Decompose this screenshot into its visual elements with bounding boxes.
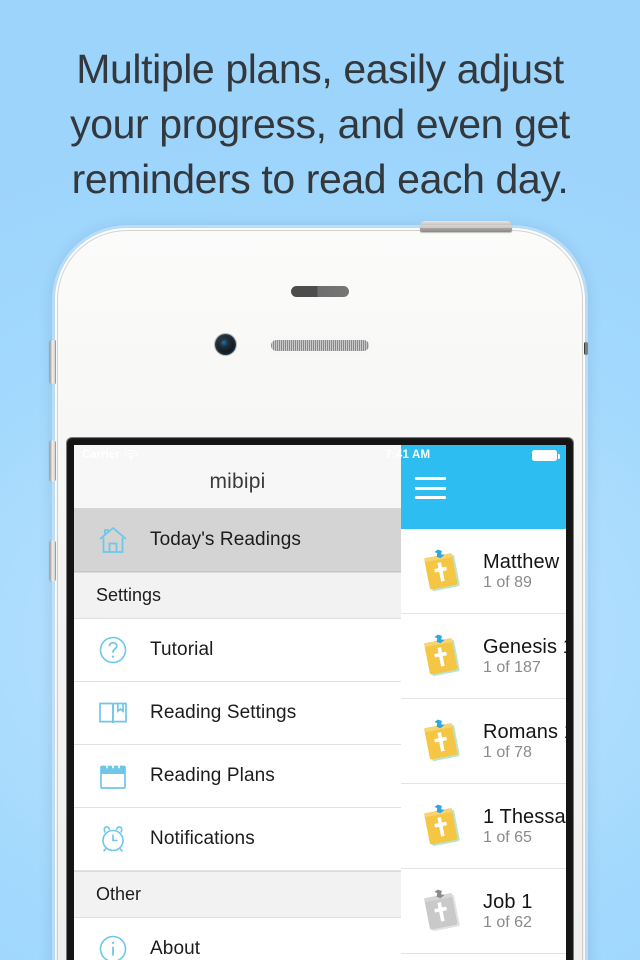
headline-line-2: your progress, and even get (70, 101, 570, 147)
section-label: Other (96, 884, 142, 904)
bible-book-icon (417, 630, 469, 682)
list-item-title: Matthew 1 (483, 550, 566, 573)
volume-up-button[interactable] (50, 440, 56, 482)
open-book-icon (96, 696, 130, 730)
sidebar-item-tutorial[interactable]: Tutorial (74, 619, 401, 682)
list-item[interactable]: Job 1 1 of 62 (401, 869, 566, 954)
list-item[interactable]: Matthew 1 1 of 89 (401, 529, 566, 614)
list-item[interactable]: Genesis 1 1 of 187 (401, 614, 566, 699)
list-item-title: 1 Thessalonians (483, 805, 566, 828)
list-item-progress: 1 of 65 (483, 828, 532, 846)
sidebar-item-label: Notifications (150, 828, 255, 849)
sidebar-item-label: About (150, 938, 201, 959)
sidebar-item-label: Tutorial (150, 639, 214, 660)
readings-content-pane: Matthew 1 1 of 89 (401, 445, 566, 960)
list-item-progress: 1 of 89 (483, 573, 532, 591)
bible-book-icon (417, 715, 469, 767)
screen-bezel: Carrier 7:41 AM mibipi Today's Readings … (67, 438, 573, 960)
sidebar-item-label: Today's Readings (150, 529, 301, 550)
list-item[interactable]: Romans 1 1 of 78 (401, 699, 566, 784)
section-label: Settings (96, 585, 162, 605)
volume-down-button[interactable] (50, 540, 56, 582)
list-item[interactable]: 1 Thessalonians 1 of 65 (401, 784, 566, 869)
sidebar-section-other: Other (74, 871, 401, 918)
headline-line-3: reminders to read each day. (71, 156, 569, 202)
sim-tray (584, 342, 588, 355)
sidebar-item-about[interactable]: About (74, 918, 401, 960)
sidebar-item-reading-plans[interactable]: Reading Plans (74, 745, 401, 808)
sidebar-item-todays-readings[interactable]: Today's Readings (74, 509, 401, 572)
bible-book-icon (417, 800, 469, 852)
list-item-title: Romans 1 (483, 720, 566, 743)
headline-line-1: Multiple plans, easily adjust (76, 46, 564, 92)
phone-mockup: Carrier 7:41 AM mibipi Today's Readings … (50, 221, 588, 960)
earpiece-speaker (271, 340, 369, 351)
calendar-icon (96, 759, 130, 793)
phone-screen: Carrier 7:41 AM mibipi Today's Readings … (74, 445, 566, 960)
list-item-progress: 1 of 187 (483, 658, 541, 676)
bible-book-icon (417, 545, 469, 597)
sidebar-item-label: Reading Plans (150, 765, 275, 786)
promo-headline: Multiple plans, easily adjust your progr… (0, 42, 640, 207)
hamburger-menu-icon[interactable] (415, 475, 446, 499)
sidebar-item-reading-settings[interactable]: Reading Settings (74, 682, 401, 745)
menu-navigation-bar: mibipi (74, 445, 401, 509)
question-circle-icon (96, 633, 130, 667)
sidebar-item-label: Reading Settings (150, 702, 297, 723)
app-title: mibipi (209, 470, 266, 493)
bible-book-icon (417, 885, 469, 937)
sidebar-section-settings: Settings (74, 572, 401, 619)
list-item-title: Job 1 (483, 890, 533, 913)
list-item-progress: 1 of 62 (483, 913, 532, 931)
list-item-title: Genesis 1 (483, 635, 566, 658)
front-camera-icon (215, 334, 236, 355)
silent-switch[interactable] (50, 340, 56, 384)
home-icon (96, 523, 130, 557)
proximity-sensor (291, 286, 349, 297)
side-menu-pane: mibipi Today's Readings Settings Tutoria… (74, 445, 401, 960)
alarm-clock-icon (96, 822, 130, 856)
power-button[interactable] (420, 221, 512, 232)
sidebar-item-notifications[interactable]: Notifications (74, 808, 401, 871)
list-item-progress: 1 of 78 (483, 743, 532, 761)
content-navigation-bar (401, 445, 566, 529)
info-circle-icon (96, 932, 130, 960)
